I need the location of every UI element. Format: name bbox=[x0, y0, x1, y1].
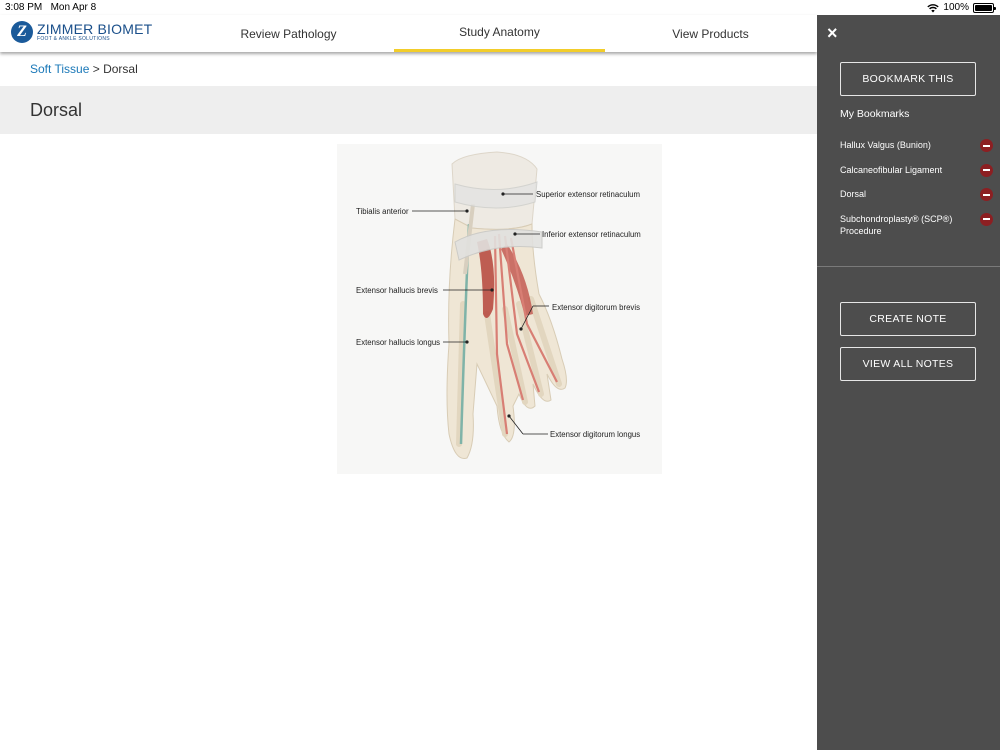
logo-mark: Z bbox=[11, 21, 33, 43]
battery-icon bbox=[973, 2, 996, 13]
remove-bookmark-icon[interactable] bbox=[980, 188, 993, 201]
my-bookmarks-heading: My Bookmarks bbox=[840, 108, 910, 120]
label-inferior-extensor-retinaculum: Inferior extensor retinaculum bbox=[542, 230, 641, 239]
tab-review-pathology[interactable]: Review Pathology bbox=[183, 15, 394, 52]
label-tibialis-anterior: Tibialis anterior bbox=[356, 207, 409, 216]
breadcrumb-separator: > bbox=[92, 62, 100, 76]
remove-bookmark-icon[interactable] bbox=[980, 163, 993, 177]
status-right: 100% bbox=[927, 2, 996, 13]
label-extensor-hallucis-brevis: Extensor hallucis brevis bbox=[356, 286, 438, 295]
title-band: Dorsal bbox=[0, 86, 817, 134]
logo-subtitle: FOOT & ANKLE SOLUTIONS bbox=[37, 35, 110, 42]
battery-percent: 100% bbox=[943, 2, 969, 13]
wifi-icon bbox=[927, 3, 940, 12]
bookmarks-notes-panel: × BOOKMARK THIS My Bookmarks Hallux Valg… bbox=[817, 15, 1000, 750]
bookmark-label: Hallux Valgus (Bunion) bbox=[840, 140, 931, 150]
label-extensor-hallucis-longus: Extensor hallucis longus bbox=[356, 338, 440, 347]
breadcrumb-current: Dorsal bbox=[103, 62, 138, 76]
top-header: Z ZIMMER BIOMET FOOT & ANKLE SOLUTIONS R… bbox=[0, 15, 817, 52]
bookmark-item[interactable]: Hallux Valgus (Bunion) bbox=[840, 139, 995, 152]
tab-study-anatomy[interactable]: Study Anatomy bbox=[394, 15, 605, 52]
status-time: 3:08 PM Mon Apr 8 bbox=[5, 2, 97, 13]
close-icon[interactable]: × bbox=[827, 24, 845, 42]
remove-bookmark-icon[interactable] bbox=[980, 139, 993, 152]
brand-logo[interactable]: Z ZIMMER BIOMET FOOT & ANKLE SOLUTIONS bbox=[11, 21, 152, 43]
anatomy-illustration: Tibialis anterior Superior extensor reti… bbox=[337, 144, 662, 474]
page-title: Dorsal bbox=[30, 100, 83, 120]
bookmark-item[interactable]: Subchondroplasty® (SCP®) Procedure bbox=[840, 212, 995, 238]
bookmark-list: Hallux Valgus (Bunion) Calcaneofibular L… bbox=[840, 139, 995, 250]
logo-text: ZIMMER BIOMET FOOT & ANKLE SOLUTIONS bbox=[37, 22, 152, 43]
bookmark-label: Subchondroplasty® (SCP®) Procedure bbox=[840, 213, 953, 237]
logo-name: ZIMMER BIOMET bbox=[37, 20, 153, 37]
bookmark-label: Dorsal bbox=[840, 189, 867, 199]
app-root: 3:08 PM Mon Apr 8 100% Z ZIMMER BIOMET F… bbox=[0, 0, 1000, 750]
bookmark-item[interactable]: Dorsal bbox=[840, 188, 995, 201]
bookmark-label: Calcaneofibular Ligament bbox=[840, 164, 943, 175]
label-superior-extensor-retinaculum: Superior extensor retinaculum bbox=[536, 190, 640, 199]
breadcrumb-link-soft-tissue[interactable]: Soft Tissue bbox=[30, 62, 89, 76]
tab-view-products[interactable]: View Products bbox=[605, 15, 816, 52]
status-bar: 3:08 PM Mon Apr 8 100% bbox=[0, 0, 1000, 15]
remove-bookmark-icon[interactable] bbox=[980, 212, 993, 226]
view-all-notes-button[interactable]: VIEW ALL NOTES bbox=[840, 347, 976, 381]
bookmark-item[interactable]: Calcaneofibular Ligament bbox=[840, 163, 995, 177]
label-extensor-digitorum-brevis: Extensor digitorum brevis bbox=[552, 303, 640, 312]
create-note-button[interactable]: CREATE NOTE bbox=[840, 302, 976, 336]
breadcrumb: Soft Tissue > Dorsal bbox=[30, 62, 138, 76]
panel-divider bbox=[817, 266, 1000, 267]
label-extensor-digitorum-longus: Extensor digitorum longus bbox=[550, 430, 640, 439]
bookmark-this-button[interactable]: BOOKMARK THIS bbox=[840, 62, 976, 96]
foot-dorsal-illustration: Tibialis anterior Superior extensor reti… bbox=[356, 151, 641, 459]
